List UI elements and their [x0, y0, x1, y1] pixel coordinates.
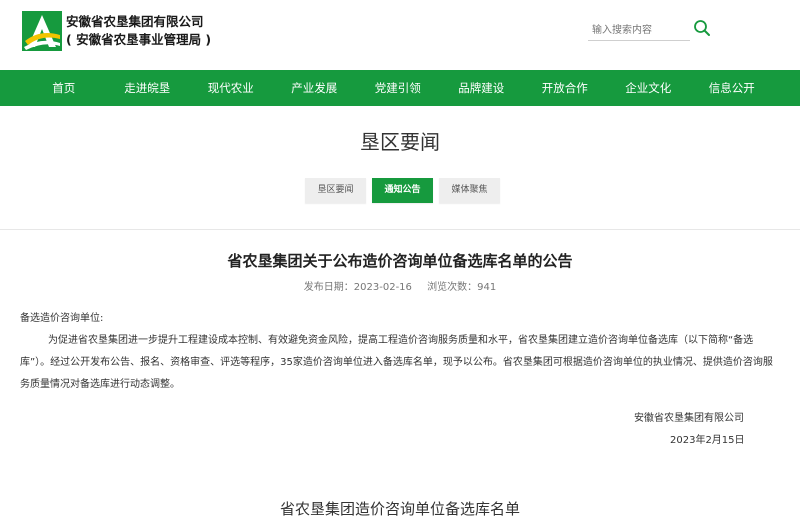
org-name: 安徽省农垦集团有限公司 ( 安徽省农垦事业管理局 ): [66, 13, 211, 49]
nav-item-cooperation[interactable]: 开放合作: [523, 70, 607, 106]
page-title: 垦区要闻: [360, 130, 440, 154]
nav-item-brand[interactable]: 品牌建设: [440, 70, 524, 106]
signature: 安徽省农垦集团有限公司 2023年2月15日: [634, 408, 745, 452]
site-header: 安徽省农垦集团有限公司 ( 安徽省农垦事业管理局 ): [0, 0, 800, 70]
article-meta: 发布日期：2023-02-16 浏览次数：941: [0, 278, 800, 293]
org-name-line1: 安徽省农垦集团有限公司: [66, 14, 204, 29]
org-name-line2: ( 安徽省农垦事业管理局 ): [66, 32, 212, 47]
nav-item-agriculture[interactable]: 现代农业: [189, 70, 273, 106]
section-tabs: 垦区要闻 通知公告 媒体聚焦: [305, 178, 506, 203]
signature-date: 2023年2月15日: [670, 435, 745, 446]
nav-item-disclosure[interactable]: 信息公开: [690, 70, 774, 106]
view-count: 浏览次数：941: [427, 282, 497, 293]
a-letter-road-logo[interactable]: [22, 11, 62, 51]
nav-item-about[interactable]: 走进皖垦: [106, 70, 190, 106]
search-box: [588, 18, 692, 41]
article-body: 备选造价咨询单位: 为促进省农垦集团进一步提升工程建设成本控制、有效避免资金风险…: [20, 308, 780, 396]
tab-notices[interactable]: 通知公告: [372, 178, 433, 203]
salutation: 备选造价咨询单位:: [20, 313, 104, 324]
nav-list: 首页 走进皖垦 现代农业 产业发展 党建引领 品牌建设 开放合作 企业文化 信息…: [0, 70, 800, 106]
nav-item-industry[interactable]: 产业发展: [273, 70, 357, 106]
search-icon[interactable]: [693, 19, 711, 37]
divider: [0, 229, 800, 230]
main-nav: 首页 走进皖垦 现代农业 产业发展 党建引领 品牌建设 开放合作 企业文化 信息…: [0, 70, 800, 106]
tab-reclamation-news[interactable]: 垦区要闻: [305, 178, 366, 203]
search-input[interactable]: [588, 20, 692, 41]
nav-item-home[interactable]: 首页: [22, 70, 106, 106]
tab-media[interactable]: 媒体聚焦: [439, 178, 500, 203]
signature-org: 安徽省农垦集团有限公司: [634, 413, 744, 424]
nav-item-party[interactable]: 党建引领: [356, 70, 440, 106]
article-paragraph: 为促进省农垦集团进一步提升工程建设成本控制、有效避免资金风险，提高工程造价咨询服…: [20, 335, 773, 390]
article-title: 省农垦集团关于公布造价咨询单位备选库名单的公告: [227, 252, 573, 270]
nav-item-culture[interactable]: 企业文化: [607, 70, 691, 106]
publish-date: 发布日期：2023-02-16: [303, 282, 412, 293]
list-title: 省农垦集团造价咨询单位备选库名单: [279, 500, 520, 518]
